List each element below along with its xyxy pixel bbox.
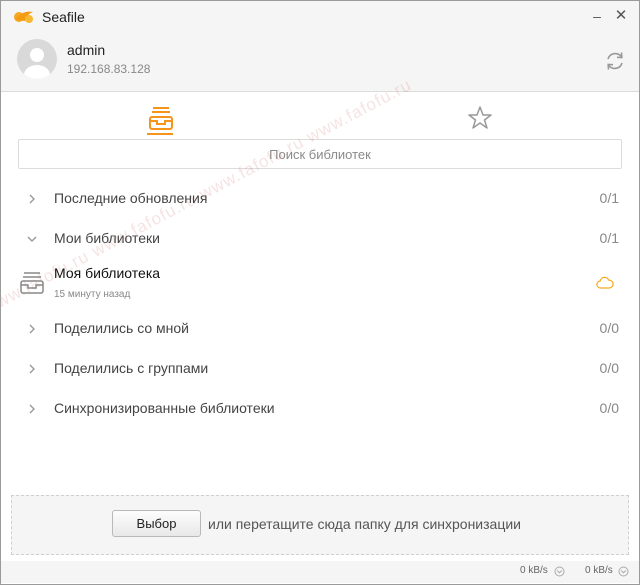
search-input[interactable] — [18, 139, 622, 169]
category-label: Поделились с группами — [54, 360, 209, 376]
category-label: Мои библиотеки — [54, 230, 160, 246]
minimize-button[interactable]: – — [587, 6, 607, 26]
status-bar: 0 kB/s 0 kB/s — [1, 561, 639, 583]
chevron-right-icon — [29, 324, 35, 334]
upload-rate-icon — [554, 566, 565, 577]
category-label: Последние обновления — [54, 190, 208, 206]
library-item[interactable]: Моя библиотека 15 минуту назад — [1, 259, 639, 309]
library-last-modified: 15 минуту назад — [54, 289, 131, 300]
chevron-down-icon — [27, 236, 37, 242]
view-tabs — [1, 92, 639, 136]
close-button[interactable]: ✕ — [611, 6, 631, 26]
chevron-right-icon — [29, 404, 35, 414]
default-avatar-icon[interactable] — [17, 39, 57, 79]
star-icon[interactable] — [466, 104, 494, 132]
category-shared-with-groups[interactable]: Поделились с группами 0/0 — [1, 349, 639, 389]
library-name: Моя библиотека — [54, 265, 161, 281]
upload-rate: 0 kB/s — [520, 565, 548, 576]
seafile-logo-icon — [14, 11, 33, 23]
refresh-icon[interactable] — [602, 48, 628, 74]
library-icon — [20, 272, 44, 294]
active-tab-indicator — [147, 133, 173, 135]
category-recent-updates[interactable]: Последние обновления 0/1 — [1, 179, 639, 219]
cloud-icon[interactable] — [596, 276, 614, 290]
category-count: 0/0 — [599, 400, 619, 416]
library-tray-icon[interactable] — [147, 104, 175, 132]
category-label: Поделились со мной — [54, 320, 189, 336]
drop-hint-text: или перетащите сюда папку для синхрониза… — [208, 516, 521, 532]
folder-drop-zone[interactable]: Выбор или перетащите сюда папку для синх… — [11, 495, 629, 555]
download-rate-icon — [618, 566, 629, 577]
category-synced-libraries[interactable]: Синхронизированные библиотеки 0/0 — [1, 389, 639, 429]
window-title: Seafile — [42, 9, 85, 25]
account-server: 192.168.83.128 — [67, 62, 151, 76]
category-count: 0/1 — [599, 190, 619, 206]
title-bar[interactable]: Seafile – ✕ — [1, 1, 639, 31]
category-count: 0/1 — [599, 230, 619, 246]
category-count: 0/0 — [599, 320, 619, 336]
chevron-right-icon — [29, 194, 35, 204]
category-label: Синхронизированные библиотеки — [54, 400, 275, 416]
seafile-window: Seafile – ✕ admin 192.168.83.128 Поиск б… — [0, 0, 640, 585]
category-count: 0/0 — [599, 360, 619, 376]
category-shared-with-me[interactable]: Поделились со мной 0/0 — [1, 309, 639, 349]
choose-folder-button[interactable]: Выбор — [112, 510, 201, 537]
account-name: admin — [67, 42, 106, 58]
chevron-right-icon — [29, 364, 35, 374]
account-header: admin 192.168.83.128 — [1, 31, 639, 92]
category-my-libraries[interactable]: Мои библиотеки 0/1 — [1, 219, 639, 259]
download-rate: 0 kB/s — [585, 565, 613, 576]
